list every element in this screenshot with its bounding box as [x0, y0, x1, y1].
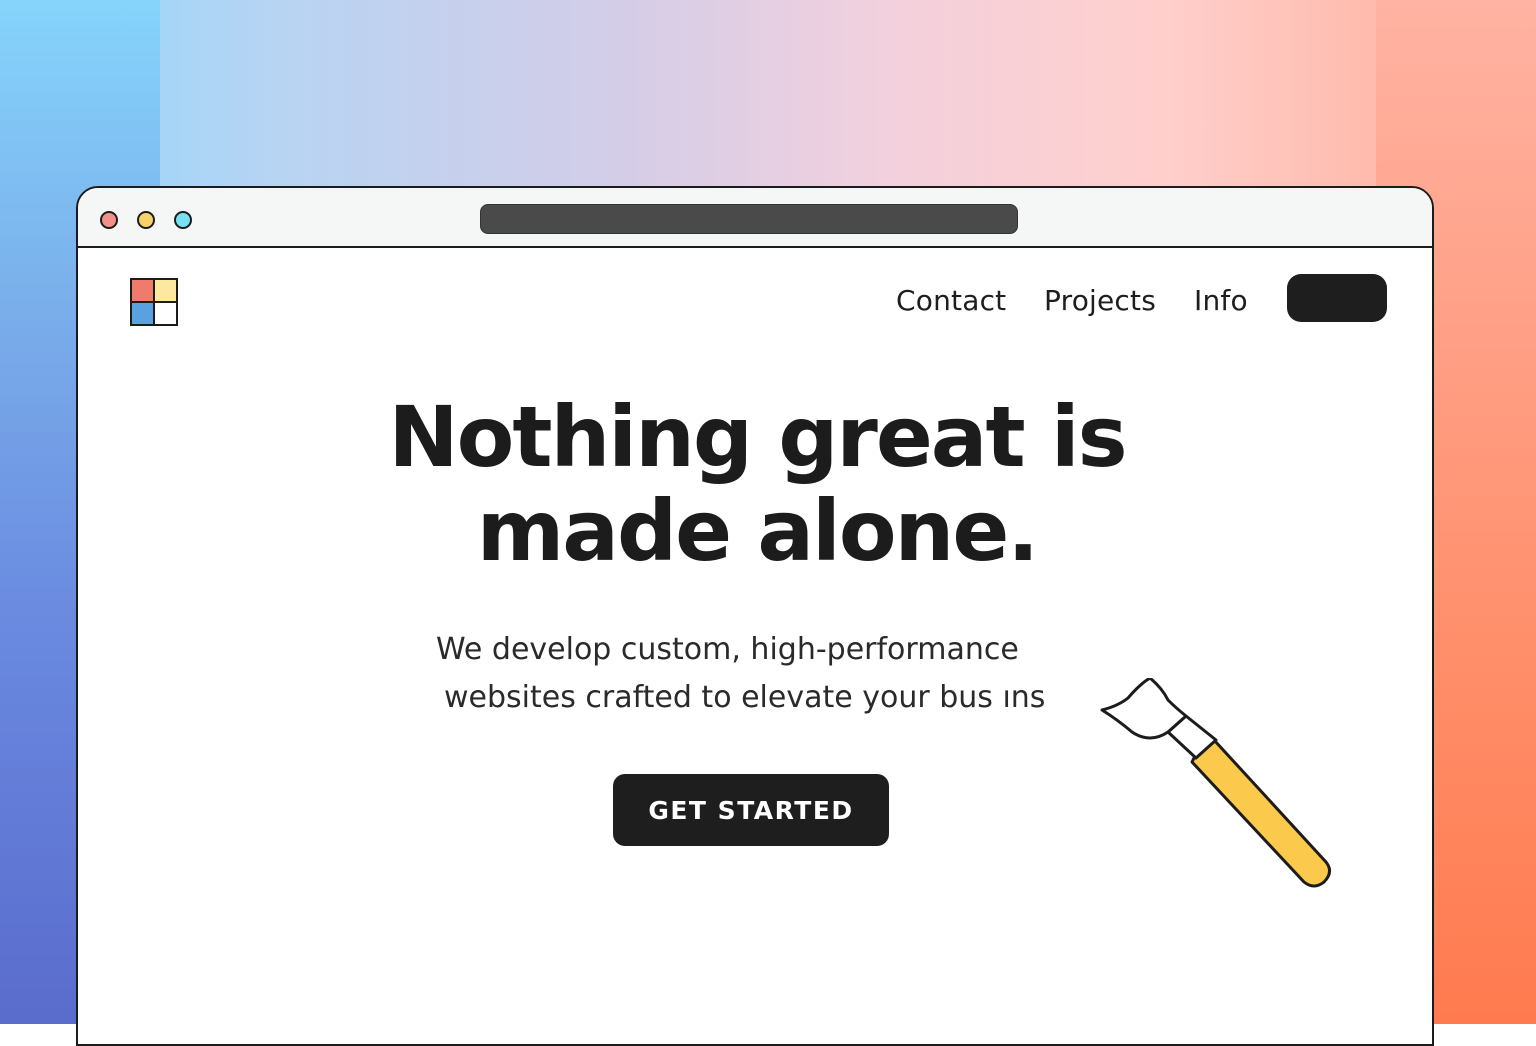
hero-headline-line1: Nothing great is [388, 388, 1127, 486]
nav-link-contact[interactable]: Contact [896, 284, 1006, 317]
nav-link-info[interactable]: Info [1194, 284, 1248, 317]
browser-window: Contact Projects Info Nothing great is m… [76, 186, 1434, 1046]
nav-link-projects[interactable]: Projects [1044, 284, 1156, 317]
hero-subtext-line1: We develop custom, high-performance [436, 632, 1019, 667]
browser-titlebar [78, 188, 1432, 248]
logo-square-yellow [155, 280, 176, 301]
logo-square-blue [132, 303, 153, 324]
hero-subtext-line2: websites crafted to elevate your bus ıns [444, 680, 1046, 715]
paintbrush-icon [1100, 678, 1331, 888]
logo-square-red [132, 280, 153, 301]
close-window-dot[interactable] [100, 211, 118, 229]
maximize-window-dot[interactable] [174, 211, 192, 229]
minimize-window-dot[interactable] [137, 211, 155, 229]
hero-subtext: We develop custom, high-performance webs… [434, 626, 1054, 722]
get-started-button[interactable]: GET STARTED [613, 774, 889, 846]
hero-headline-line2: made alone. [476, 482, 1039, 580]
logo-square-white [155, 303, 176, 324]
address-bar[interactable] [480, 204, 1018, 234]
nav-action-button[interactable] [1287, 274, 1387, 322]
site-logo[interactable] [130, 278, 178, 326]
hero-headline: Nothing great is made alone. [78, 388, 1432, 580]
